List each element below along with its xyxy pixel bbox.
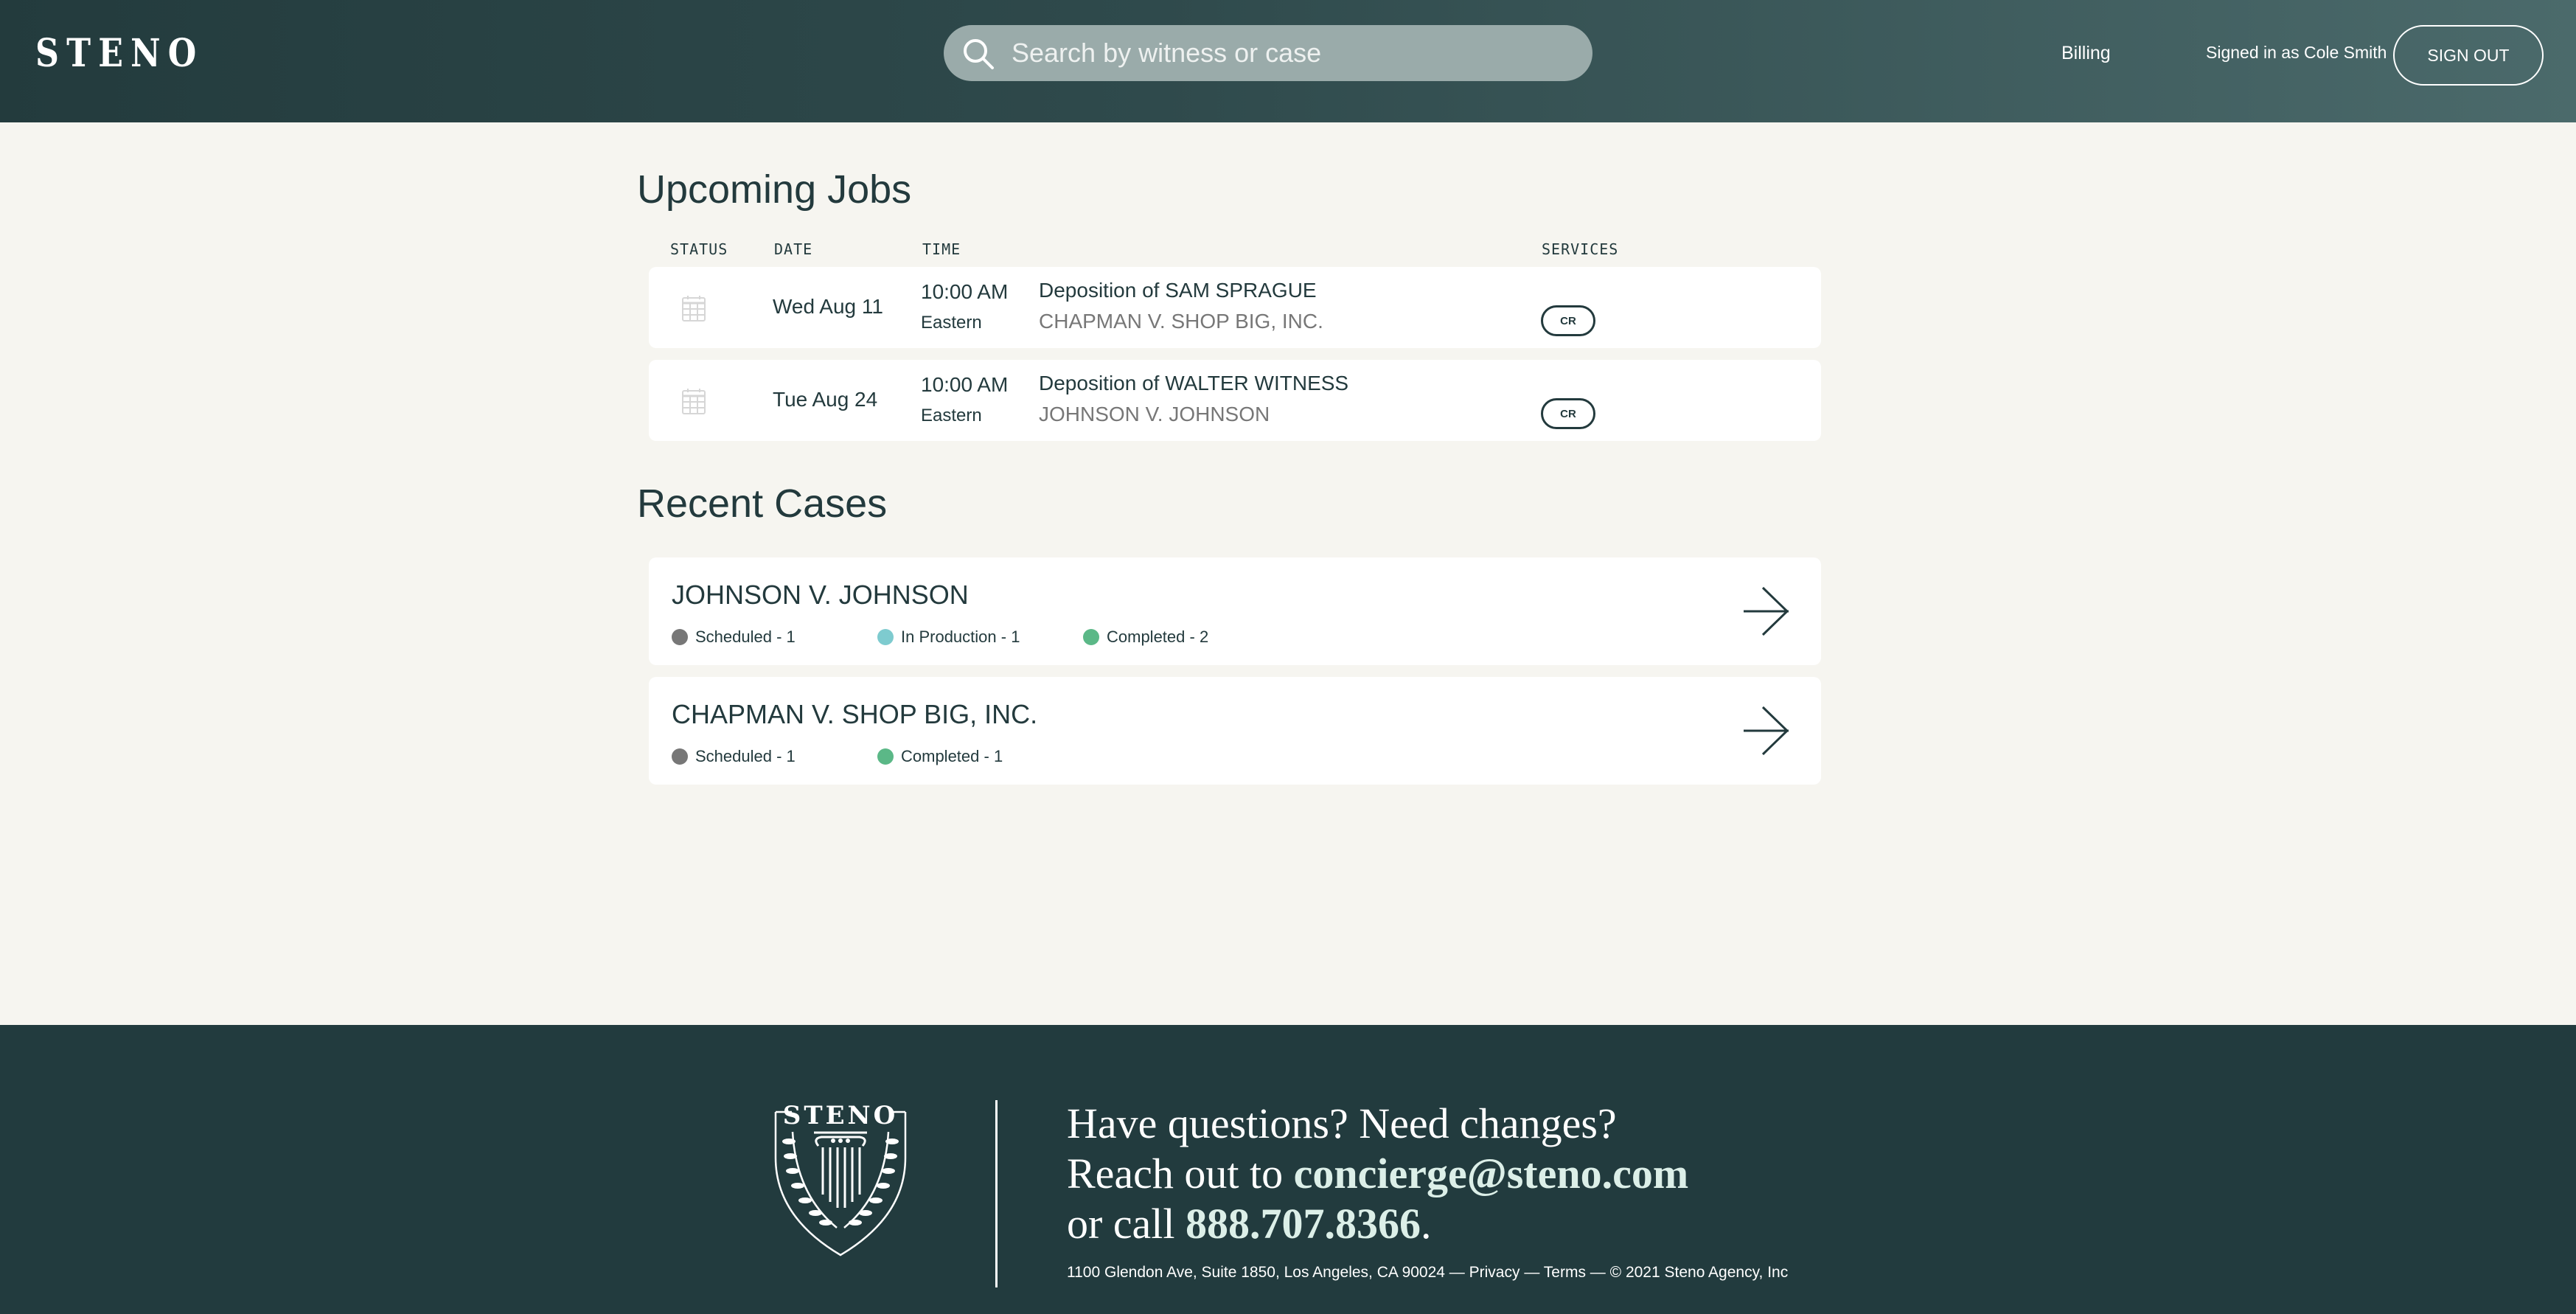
email-link[interactable]: concierge@steno.com <box>1294 1150 1688 1197</box>
contact-line-1: Have questions? Need changes? <box>1067 1099 1617 1147</box>
footer-meta: 1100 Glendon Ave, Suite 1850, Los Angele… <box>1067 1264 1788 1282</box>
copyright: © 2021 Steno Agency, Inc <box>1609 1264 1789 1281</box>
steno-crest-logo: STENO <box>774 1101 907 1256</box>
billing-link[interactable]: Billing <box>2061 43 2111 64</box>
case-card[interactable]: CHAPMAN V. SHOP BIG, INC. Scheduled - 1 … <box>649 677 1821 785</box>
status-in-production: In Production - 1 <box>877 628 1020 647</box>
job-timezone: Eastern <box>921 313 982 333</box>
contact-line-2: Reach out to concierge@steno.com <box>1067 1149 1688 1199</box>
recent-cases-title: Recent Cases <box>637 482 888 526</box>
search-icon <box>964 39 994 69</box>
contact-message: Have questions? Need changes? Reach out … <box>1067 1099 1688 1249</box>
contact-line-3-prefix: or call <box>1067 1200 1186 1248</box>
contact-line-3-suffix: . <box>1421 1200 1432 1248</box>
status-dot <box>672 629 688 645</box>
status-label: Scheduled - 1 <box>695 628 796 646</box>
status-label: In Production - 1 <box>901 628 1020 646</box>
job-time: 10:00 AM <box>921 280 1009 303</box>
crest-text: STENO <box>783 1101 898 1130</box>
signed-in-label: Signed in as Cole Smith <box>2206 43 2387 62</box>
case-name: JOHNSON V. JOHNSON <box>672 580 969 610</box>
arrow-right-icon[interactable] <box>1740 584 1792 639</box>
top-nav: STENO Billing Signed in as Cole Smith SI… <box>0 0 2576 122</box>
status-dot <box>1083 629 1099 645</box>
job-case: CHAPMAN V. SHOP BIG, INC. <box>1039 310 1323 333</box>
case-name: CHAPMAN V. SHOP BIG, INC. <box>672 699 1038 729</box>
separator: — <box>1585 1264 1610 1281</box>
job-title[interactable]: Deposition of SAM SPRAGUE <box>1039 279 1317 302</box>
job-date: Tue Aug 24 <box>773 388 878 411</box>
job-row[interactable]: Tue Aug 24 10:00 AM Eastern Deposition o… <box>649 360 1821 441</box>
status-scheduled: Scheduled - 1 <box>672 747 796 766</box>
status-label: Scheduled - 1 <box>695 747 796 765</box>
contact-line-3: or call 888.707.8366. <box>1067 1199 1688 1249</box>
calendar-icon <box>682 389 706 414</box>
service-badge: CR <box>1541 305 1595 336</box>
job-case: JOHNSON V. JOHNSON <box>1039 403 1270 425</box>
status-completed: Completed - 2 <box>1083 628 1208 647</box>
terms-link[interactable]: Terms <box>1544 1264 1586 1281</box>
status-completed: Completed - 1 <box>877 747 1003 766</box>
status-label: Completed - 2 <box>1107 628 1209 646</box>
footer: STENO Have questions? Need changes? Reac… <box>0 1025 2576 1314</box>
status-scheduled: Scheduled - 1 <box>672 628 796 647</box>
sign-out-button[interactable]: SIGN OUT <box>2393 25 2544 86</box>
separator: — <box>1520 1264 1544 1281</box>
job-title[interactable]: Deposition of WALTER WITNESS <box>1039 372 1348 395</box>
column-header-status: STATUS <box>670 240 728 258</box>
status-dot <box>877 629 894 645</box>
separator: — <box>1444 1264 1469 1281</box>
status-label: Completed - 1 <box>901 747 1003 765</box>
service-badge: CR <box>1541 398 1595 429</box>
column-header-services: SERVICES <box>1542 240 1619 258</box>
job-row[interactable]: Wed Aug 11 10:00 AM Eastern Deposition o… <box>649 267 1821 348</box>
address: 1100 Glendon Ave, Suite 1850, Los Angele… <box>1067 1264 1445 1281</box>
job-timezone: Eastern <box>921 406 982 425</box>
search-bar[interactable] <box>944 25 1592 81</box>
job-date: Wed Aug 11 <box>773 295 883 318</box>
footer-divider <box>995 1100 998 1287</box>
phone-link[interactable]: 888.707.8366 <box>1186 1200 1421 1248</box>
column-header-date: DATE <box>774 240 813 258</box>
column-header-time: TIME <box>922 240 961 258</box>
calendar-icon <box>682 296 706 321</box>
arrow-right-icon[interactable] <box>1740 703 1792 758</box>
search-input[interactable] <box>1012 25 1572 81</box>
upcoming-jobs-title: Upcoming Jobs <box>637 167 912 212</box>
status-dot <box>672 748 688 765</box>
case-card[interactable]: JOHNSON V. JOHNSON Scheduled - 1 In Prod… <box>649 557 1821 665</box>
privacy-link[interactable]: Privacy <box>1469 1264 1520 1281</box>
contact-line-2-prefix: Reach out to <box>1067 1150 1294 1197</box>
steno-logo[interactable]: STENO <box>35 31 203 76</box>
job-time: 10:00 AM <box>921 373 1009 396</box>
status-dot <box>877 748 894 765</box>
